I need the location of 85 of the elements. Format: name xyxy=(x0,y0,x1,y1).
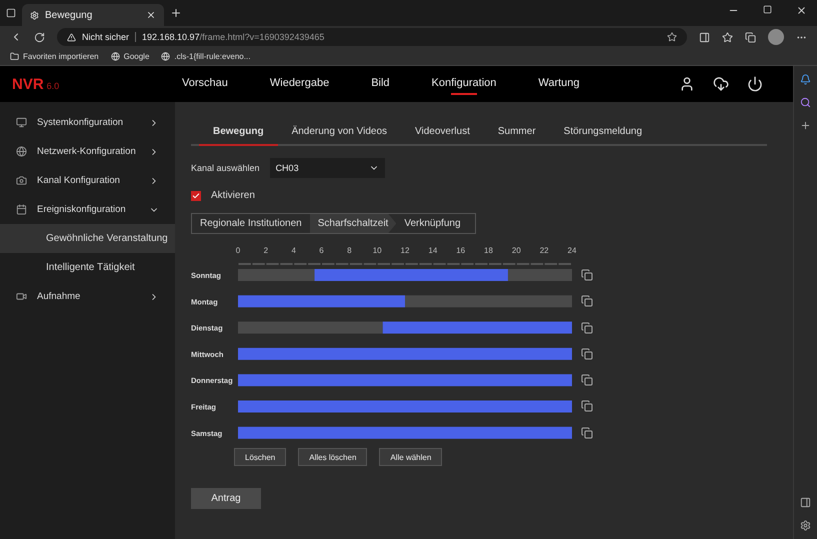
settings-icon[interactable] xyxy=(800,520,811,531)
bell-icon[interactable] xyxy=(800,74,811,85)
schedule-button[interactable]: Löschen xyxy=(234,448,286,466)
copy-button[interactable] xyxy=(581,269,593,281)
hour-label: 0 xyxy=(236,246,240,255)
copy-button[interactable] xyxy=(581,400,593,412)
checkbox-label: Aktivieren xyxy=(211,190,255,201)
hour-label: 20 xyxy=(512,246,521,255)
sidebar-icon[interactable] xyxy=(16,175,27,186)
cloud-download-icon[interactable] xyxy=(713,76,729,92)
enable-checkbox[interactable] xyxy=(191,190,201,200)
field-label: Kanal auswählen xyxy=(191,163,260,173)
nav-item[interactable]: Konfiguration xyxy=(432,73,496,95)
tab[interactable]: Videoverlust xyxy=(401,120,484,146)
hour-label: 10 xyxy=(372,246,382,255)
close-icon[interactable] xyxy=(796,4,807,16)
step-tab[interactable]: Scharfschaltzeit xyxy=(310,214,396,233)
profile-avatar[interactable] xyxy=(768,29,784,45)
nav-item[interactable]: Wiedergabe xyxy=(270,73,330,95)
copy-button[interactable] xyxy=(581,426,593,439)
nav-item[interactable]: Bild xyxy=(371,73,390,95)
globe-icon[interactable] xyxy=(161,52,170,61)
power-icon[interactable] xyxy=(747,76,763,92)
search-icon[interactable] xyxy=(800,97,811,108)
apply-button[interactable]: Antrag xyxy=(191,488,261,509)
bookmark[interactable]: Favoriten importieren xyxy=(23,52,99,61)
nav-item[interactable]: Vorschau xyxy=(182,73,228,95)
browser-tab[interactable]: Bewegung xyxy=(22,4,164,26)
sidebar-item[interactable]: Aufnahme xyxy=(37,291,139,302)
channel-select[interactable]: CH03 xyxy=(270,158,385,178)
copy-button[interactable] xyxy=(581,348,593,360)
sidebar-subitem[interactable]: Gewöhnliche Veranstaltung xyxy=(0,224,175,253)
sidebar-toggle-icon[interactable] xyxy=(800,497,811,508)
hour-label: 8 xyxy=(347,246,352,255)
tab-actions-icon[interactable] xyxy=(6,8,16,18)
user-icon[interactable] xyxy=(679,76,695,92)
hour-label: 24 xyxy=(568,246,576,255)
globe-icon[interactable] xyxy=(110,52,120,61)
copy-button[interactable] xyxy=(581,374,593,386)
sidebar-icon[interactable] xyxy=(16,291,27,302)
hour-label: 4 xyxy=(291,246,296,255)
sidebar-item[interactable]: Kanal Konfiguration xyxy=(37,175,139,186)
sidebar-icon[interactable] xyxy=(16,117,27,128)
version-label: 6.0 xyxy=(46,80,60,90)
schedule-button[interactable]: Alles löschen xyxy=(298,448,368,466)
close-tab-icon[interactable] xyxy=(146,10,156,20)
sidebar-item[interactable]: Systemkonfiguration xyxy=(37,117,139,128)
bookmark[interactable]: Google xyxy=(124,52,150,61)
collections-icon[interactable] xyxy=(745,32,756,42)
tab[interactable]: Summer xyxy=(484,120,550,146)
hour-label: 14 xyxy=(428,246,438,255)
hour-label: 6 xyxy=(319,246,324,255)
sidebar-item[interactable]: Netzwerk-Konfiguration xyxy=(37,146,139,157)
new-tab-icon[interactable] xyxy=(170,7,182,19)
nav-item[interactable]: Wartung xyxy=(538,73,580,95)
bookmark[interactable]: .cls-1{fill-rule:eveno... xyxy=(174,52,250,61)
sidebar-icon[interactable] xyxy=(16,204,27,215)
sidebar-subitem[interactable]: Intelligente Tätigkeit xyxy=(0,253,175,282)
check-icon xyxy=(192,192,200,200)
add-icon[interactable] xyxy=(800,120,811,131)
tab[interactable]: Bewegung xyxy=(199,120,278,146)
hour-label: 16 xyxy=(456,246,466,255)
copy-button[interactable] xyxy=(581,322,593,334)
split-screen-icon[interactable] xyxy=(699,32,710,42)
security-label: Nicht sicher xyxy=(82,32,136,42)
favorites-icon[interactable] xyxy=(722,32,733,42)
copy-button[interactable] xyxy=(581,295,593,308)
sidebar-item[interactable]: Ereigniskonfiguration xyxy=(37,204,139,215)
tab[interactable]: Störungsmeldung xyxy=(550,120,656,146)
warning-icon xyxy=(67,32,76,42)
sidebar-icon[interactable] xyxy=(16,146,27,157)
star-icon[interactable] xyxy=(667,32,677,42)
url-text: 192.168.10.97/frame.html?v=1690392439465 xyxy=(142,32,324,42)
tab[interactable]: Änderung von Videos xyxy=(278,120,402,146)
folder-icon[interactable] xyxy=(10,52,19,61)
tab-title: Bewegung xyxy=(45,10,94,20)
maximize-icon[interactable] xyxy=(763,4,772,14)
reload-icon[interactable] xyxy=(34,32,45,42)
hour-label: 2 xyxy=(264,246,268,255)
logo: NVR xyxy=(12,76,44,92)
hour-label: 18 xyxy=(484,246,493,255)
hour-label: 22 xyxy=(540,246,549,255)
address-bar[interactable]: Nicht sicher 192.168.10.97/frame.html?v=1690392439465 xyxy=(57,28,687,46)
schedule-button[interactable]: Alle wählen xyxy=(379,448,442,466)
hour-label: 12 xyxy=(400,246,410,255)
